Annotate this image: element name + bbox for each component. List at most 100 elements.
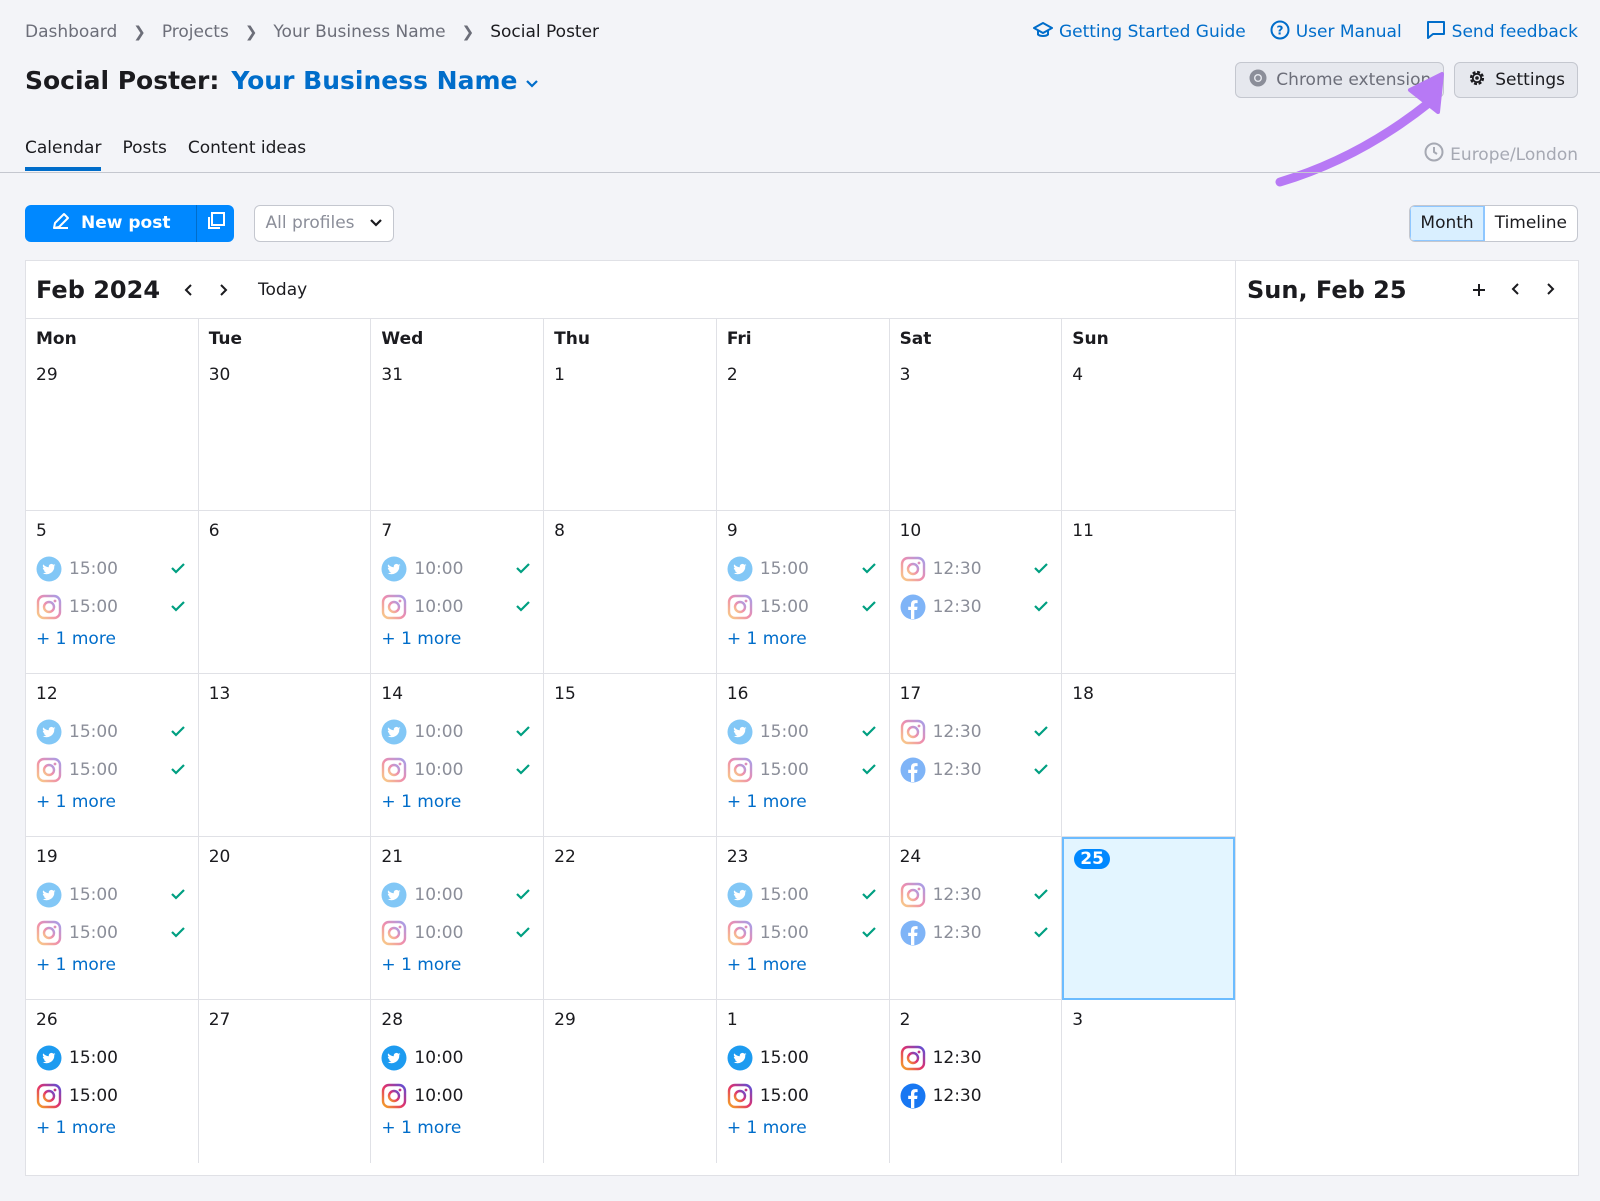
user-manual-link[interactable]: ? User Manual [1270,20,1402,45]
previous-day-button[interactable] [1506,282,1524,298]
calendar-day-cell[interactable]: 22 [544,837,717,1000]
scheduled-post[interactable]: 12:30 [900,593,1052,621]
calendar-day-cell[interactable]: 14 10:00 10:00 + 1 more [371,674,545,837]
more-posts-link[interactable]: + 1 more [727,792,807,812]
next-day-button[interactable] [1542,282,1560,298]
calendar-day-cell[interactable]: Mon 29 [26,319,199,511]
scheduled-post[interactable]: 15:00 [727,718,879,746]
scheduled-post[interactable]: 12:30 [900,881,1052,909]
breadcrumb-business[interactable]: Your Business Name [273,22,445,42]
scheduled-post[interactable]: 15:00 [36,881,188,909]
next-month-button[interactable] [216,283,232,297]
settings-button[interactable]: Settings [1454,62,1578,98]
tab-posts[interactable]: Posts [122,138,166,171]
scheduled-post[interactable]: 15:00 [36,718,188,746]
calendar-day-cell[interactable]: 10 12:30 12:30 [889,511,1063,674]
profiles-dropdown[interactable]: All profiles [254,204,395,242]
scheduled-post[interactable]: 10:00 [381,1044,533,1072]
view-month-button[interactable]: Month [1410,205,1485,241]
more-posts-link[interactable]: + 1 more [381,955,461,975]
scheduled-post[interactable]: 15:00 [727,1082,879,1110]
calendar-day-cell[interactable]: 26 15:00 15:00 + 1 more [26,1000,199,1163]
scheduled-post[interactable]: 15:00 [36,919,188,947]
more-posts-link[interactable]: + 1 more [381,629,461,649]
more-posts-link[interactable]: + 1 more [36,1118,116,1138]
breadcrumb-projects[interactable]: Projects [162,22,229,42]
previous-month-button[interactable] [180,283,196,297]
bulk-post-button[interactable] [197,205,234,242]
calendar-day-cell[interactable]: 7 10:00 10:00 + 1 more [371,511,545,674]
calendar-day-cell[interactable]: 19 15:00 15:00 + 1 more [26,837,199,1000]
scheduled-post[interactable]: 15:00 [727,881,879,909]
getting-started-link[interactable]: Getting Started Guide [1032,21,1246,44]
more-posts-link[interactable]: + 1 more [727,1118,807,1138]
chrome-extension-button[interactable]: Chrome extension [1235,62,1445,98]
scheduled-post[interactable]: 15:00 [727,1044,879,1072]
scheduled-post[interactable]: 10:00 [381,881,533,909]
calendar-day-cell[interactable]: 13 [198,674,372,837]
scheduled-post[interactable]: 12:30 [900,1082,1052,1110]
scheduled-post[interactable]: 15:00 [36,593,188,621]
calendar-day-cell[interactable]: 18 [1062,674,1235,837]
calendar-day-cell[interactable]: 21 10:00 10:00 + 1 more [371,837,545,1000]
calendar-day-cell[interactable]: 16 15:00 15:00 + 1 more [716,674,890,837]
calendar-day-cell[interactable]: 23 15:00 15:00 + 1 more [716,837,890,1000]
calendar-day-cell[interactable]: 15 [544,674,717,837]
calendar-day-cell[interactable]: 20 [198,837,372,1000]
scheduled-post[interactable]: 10:00 [381,718,533,746]
scheduled-post[interactable]: 12:30 [900,555,1052,583]
tab-content-ideas[interactable]: Content ideas [188,138,306,171]
calendar-day-cell[interactable]: Tue 30 [198,319,372,511]
send-feedback-link[interactable]: Send feedback [1426,20,1578,45]
scheduled-post[interactable]: 15:00 [727,756,879,784]
scheduled-post[interactable]: 15:00 [727,555,879,583]
calendar-day-cell[interactable]: Thu 1 [544,319,717,511]
calendar-day-cell[interactable]: Fri 2 [716,319,890,511]
calendar-day-cell[interactable]: Sat 3 [889,319,1063,511]
scheduled-post[interactable]: 15:00 [36,1044,188,1072]
calendar-day-cell[interactable]: 8 [544,511,717,674]
scheduled-post[interactable]: 10:00 [381,555,533,583]
scheduled-post[interactable]: 10:00 [381,919,533,947]
scheduled-post[interactable]: 12:30 [900,1044,1052,1072]
scheduled-post[interactable]: 15:00 [727,919,879,947]
more-posts-link[interactable]: + 1 more [36,955,116,975]
calendar-day-cell[interactable]: 3 [1062,1000,1235,1163]
scheduled-post[interactable]: 10:00 [381,756,533,784]
breadcrumb-dashboard[interactable]: Dashboard [25,22,117,42]
calendar-day-cell[interactable]: 24 12:30 12:30 [889,837,1063,1000]
scheduled-post[interactable]: 12:30 [900,919,1052,947]
calendar-day-cell[interactable]: 28 10:00 10:00 + 1 more [371,1000,545,1163]
calendar-day-cell[interactable]: 2 12:30 12:30 [890,1000,1063,1163]
more-posts-link[interactable]: + 1 more [727,955,807,975]
scheduled-post[interactable]: 10:00 [381,593,533,621]
calendar-day-cell[interactable]: 12 15:00 15:00 + 1 more [26,674,199,837]
scheduled-post[interactable]: 12:30 [900,756,1052,784]
calendar-day-cell[interactable]: Wed 31 [371,319,545,511]
more-posts-link[interactable]: + 1 more [36,629,116,649]
tab-calendar[interactable]: Calendar [25,138,102,171]
more-posts-link[interactable]: + 1 more [36,792,116,812]
calendar-day-cell[interactable]: 5 15:00 15:00 + 1 more [26,511,199,674]
new-post-button[interactable]: New post [25,204,198,242]
scheduled-post[interactable]: 15:00 [36,555,188,583]
scheduled-post[interactable]: 15:00 [36,1082,188,1110]
more-posts-link[interactable]: + 1 more [727,629,807,649]
calendar-day-cell[interactable]: 29 [544,1000,717,1163]
scheduled-post[interactable]: 12:30 [900,718,1052,746]
scheduled-post[interactable]: 10:00 [381,1082,533,1110]
scheduled-post[interactable]: 15:00 [727,593,879,621]
add-post-button[interactable] [1470,282,1488,298]
calendar-day-cell[interactable]: 25 [1062,837,1235,1000]
calendar-day-cell[interactable]: 27 [199,1000,372,1163]
scheduled-post[interactable]: 15:00 [36,756,188,784]
business-selector[interactable]: Your Business Name [231,66,539,95]
calendar-day-cell[interactable]: Sun 4 [1062,319,1235,511]
more-posts-link[interactable]: + 1 more [381,1118,461,1138]
calendar-day-cell[interactable]: 6 [198,511,372,674]
more-posts-link[interactable]: + 1 more [381,792,461,812]
today-button[interactable]: Today [258,280,307,300]
calendar-day-cell[interactable]: 9 15:00 15:00 + 1 more [716,511,890,674]
calendar-day-cell[interactable]: 1 15:00 15:00 + 1 more [717,1000,890,1163]
calendar-day-cell[interactable]: 11 [1062,511,1235,674]
